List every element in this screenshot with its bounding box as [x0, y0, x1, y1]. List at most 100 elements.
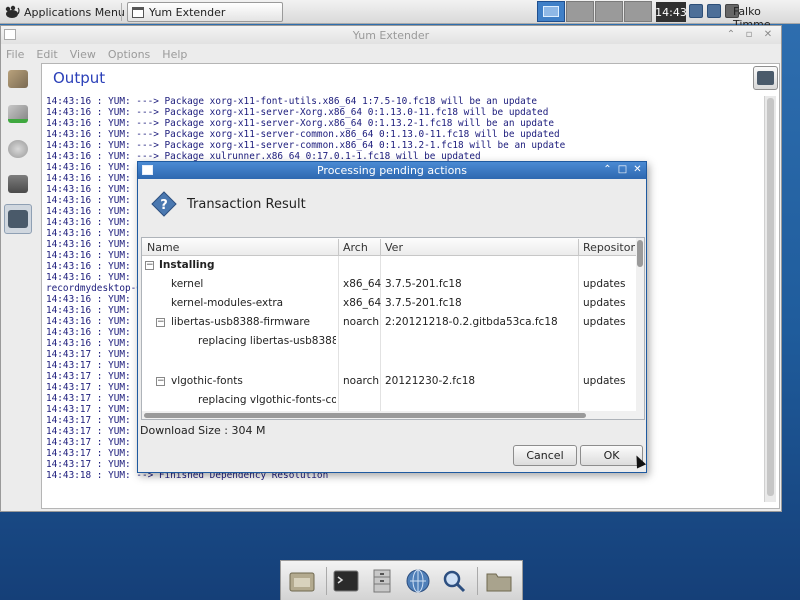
svg-text:?: ?: [160, 198, 168, 213]
folder-launcher[interactable]: [484, 567, 514, 595]
applications-menu-button[interactable]: Applications Menu: [2, 2, 131, 22]
web-browser-launcher[interactable]: [403, 567, 433, 595]
file-manager-launcher[interactable]: [287, 567, 317, 595]
output-icon: [8, 210, 28, 228]
collapse-icon[interactable]: −: [156, 377, 165, 386]
row-name: kernel: [171, 278, 204, 290]
filing-cabinet-launcher[interactable]: [367, 567, 397, 595]
remove-package-icon: [8, 140, 28, 158]
dialog-titlebar[interactable]: Processing pending actions ⌃ □ ✕: [138, 162, 646, 179]
dialog-maximize-button[interactable]: □: [616, 163, 629, 177]
group-label: Installing: [159, 259, 215, 271]
system-tray: [689, 4, 739, 18]
dialog-title: Processing pending actions: [316, 164, 468, 177]
menu-file[interactable]: File: [6, 48, 24, 61]
top-panel: Applications Menu Yum Extender 14:43 Fal…: [0, 0, 800, 31]
terminal-icon: [333, 570, 359, 592]
row-name: replacing libertas-usb8388-f: [198, 335, 336, 347]
output-title: Output: [53, 69, 106, 87]
tree-row[interactable]: − vlgothic-fonts noarch 20121230-2.fc18 …: [142, 372, 636, 391]
row-name: vlgothic-fonts: [171, 375, 243, 387]
log-line: 14:43:16 : YUM: ---> Package xorg-x11-se…: [46, 107, 549, 118]
question-diamond-icon: ?: [151, 191, 177, 217]
column-name[interactable]: Name: [147, 241, 179, 254]
panel-separator: [121, 3, 122, 21]
row-ver: 2:20121218-0.2.gitbda53ca.fc18: [385, 316, 558, 328]
workspace-2[interactable]: [566, 1, 594, 22]
output-options-button[interactable]: [753, 66, 778, 90]
xfce-mouse-icon: [5, 5, 20, 18]
dialog-shade-button[interactable]: ⌃: [601, 163, 614, 177]
tree-header: Name Arch Ver Repositor: [142, 238, 636, 256]
dialog-close-button[interactable]: ✕: [631, 163, 644, 177]
row-name: replacing vlgothic-fonts-com: [198, 394, 336, 406]
output-view-button[interactable]: [4, 204, 32, 234]
web-browser-icon: [406, 569, 430, 593]
menu-help[interactable]: Help: [162, 48, 187, 61]
search-launcher[interactable]: [439, 567, 469, 595]
processing-dialog: Processing pending actions ⌃ □ ✕ ? Trans…: [137, 161, 647, 473]
filing-cabinet-icon: [373, 569, 391, 593]
menu-edit[interactable]: Edit: [36, 48, 57, 61]
network-icon[interactable]: [707, 4, 721, 18]
row-repo: updates: [583, 316, 626, 328]
menu-options[interactable]: Options: [108, 48, 150, 61]
column-arch[interactable]: Arch: [343, 241, 368, 254]
tree-row[interactable]: kernel-modules-extra x86_64 3.7.5-201.fc…: [142, 294, 636, 313]
tree-vertical-scrollbar[interactable]: [636, 238, 644, 411]
log-line: 14:43:16 : YUM: ---> Package xorg-x11-se…: [46, 118, 554, 129]
shade-button[interactable]: ⌃: [724, 27, 738, 42]
workspace-1[interactable]: [537, 1, 565, 22]
history-icon: [8, 175, 28, 193]
row-arch: x86_64: [343, 278, 382, 290]
menu-view[interactable]: View: [70, 48, 96, 61]
menu-bar: File Edit View Options Help: [1, 44, 781, 64]
workspace-3[interactable]: [595, 1, 623, 22]
remove-package-button[interactable]: [4, 134, 32, 164]
workspace-4[interactable]: [624, 1, 652, 22]
cancel-button[interactable]: Cancel: [513, 445, 577, 466]
tree-group-installing[interactable]: − Installing: [142, 256, 636, 275]
minimize-button[interactable]: ▫: [742, 27, 756, 42]
tree-horizontal-scrollbar[interactable]: [142, 411, 644, 419]
window-icon: [132, 6, 144, 18]
taskbar-yum-extender[interactable]: Yum Extender: [127, 2, 283, 22]
clock[interactable]: 14:43: [655, 2, 687, 22]
download-size: Download Size : 304 M: [140, 424, 266, 437]
transaction-tree: Name Arch Ver Repositor − Installing ker…: [141, 237, 645, 420]
row-name: kernel-modules-extra: [171, 297, 284, 309]
column-repository[interactable]: Repositor: [583, 241, 635, 254]
row-repo: updates: [583, 278, 626, 290]
applications-menu-label: Applications Menu: [24, 5, 125, 19]
row-repo: updates: [583, 375, 626, 387]
dialog-header: ? Transaction Result: [151, 191, 306, 217]
add-package-icon: [8, 105, 28, 123]
log-scrollbar[interactable]: [764, 96, 776, 502]
tree-row-replacing[interactable]: replacing libertas-usb8388-f: [142, 332, 636, 351]
view-sidebar: [4, 64, 34, 239]
row-arch: x86_64: [343, 297, 382, 309]
search-icon: [443, 570, 466, 593]
collapse-icon[interactable]: −: [145, 261, 154, 270]
column-ver[interactable]: Ver: [385, 241, 403, 254]
close-button[interactable]: ✕: [761, 27, 775, 42]
log-line: 14:43:16 : YUM: ---> Package xorg-x11-se…: [46, 140, 566, 151]
window-titlebar[interactable]: Yum Extender ⌃ ▫ ✕: [1, 26, 781, 44]
add-package-button[interactable]: [4, 99, 32, 129]
taskbar-label: Yum Extender: [149, 5, 226, 19]
row-ver: 3.7.5-201.fc18: [385, 278, 462, 290]
collapse-icon[interactable]: −: [156, 318, 165, 327]
tree-row[interactable]: − libertas-usb8388-firmware noarch 2:201…: [142, 313, 636, 332]
packages-view-button[interactable]: [4, 64, 32, 94]
window-title: Yum Extender: [352, 29, 430, 42]
tree-row[interactable]: kernel x86_64 3.7.5-201.fc18 updates: [142, 275, 636, 294]
update-notifier-icon[interactable]: [689, 4, 703, 18]
terminal-launcher[interactable]: [331, 567, 361, 595]
tree-row-replacing[interactable]: replacing vlgothic-fonts-com: [142, 391, 636, 410]
dock: [280, 560, 523, 600]
log-line: 14:43:16 : YUM: ---> Package xorg-x11-fo…: [46, 96, 538, 107]
history-view-button[interactable]: [4, 169, 32, 199]
row-name: libertas-usb8388-firmware: [171, 316, 310, 328]
packages-icon: [8, 70, 28, 88]
workspace-pager: [537, 1, 652, 22]
